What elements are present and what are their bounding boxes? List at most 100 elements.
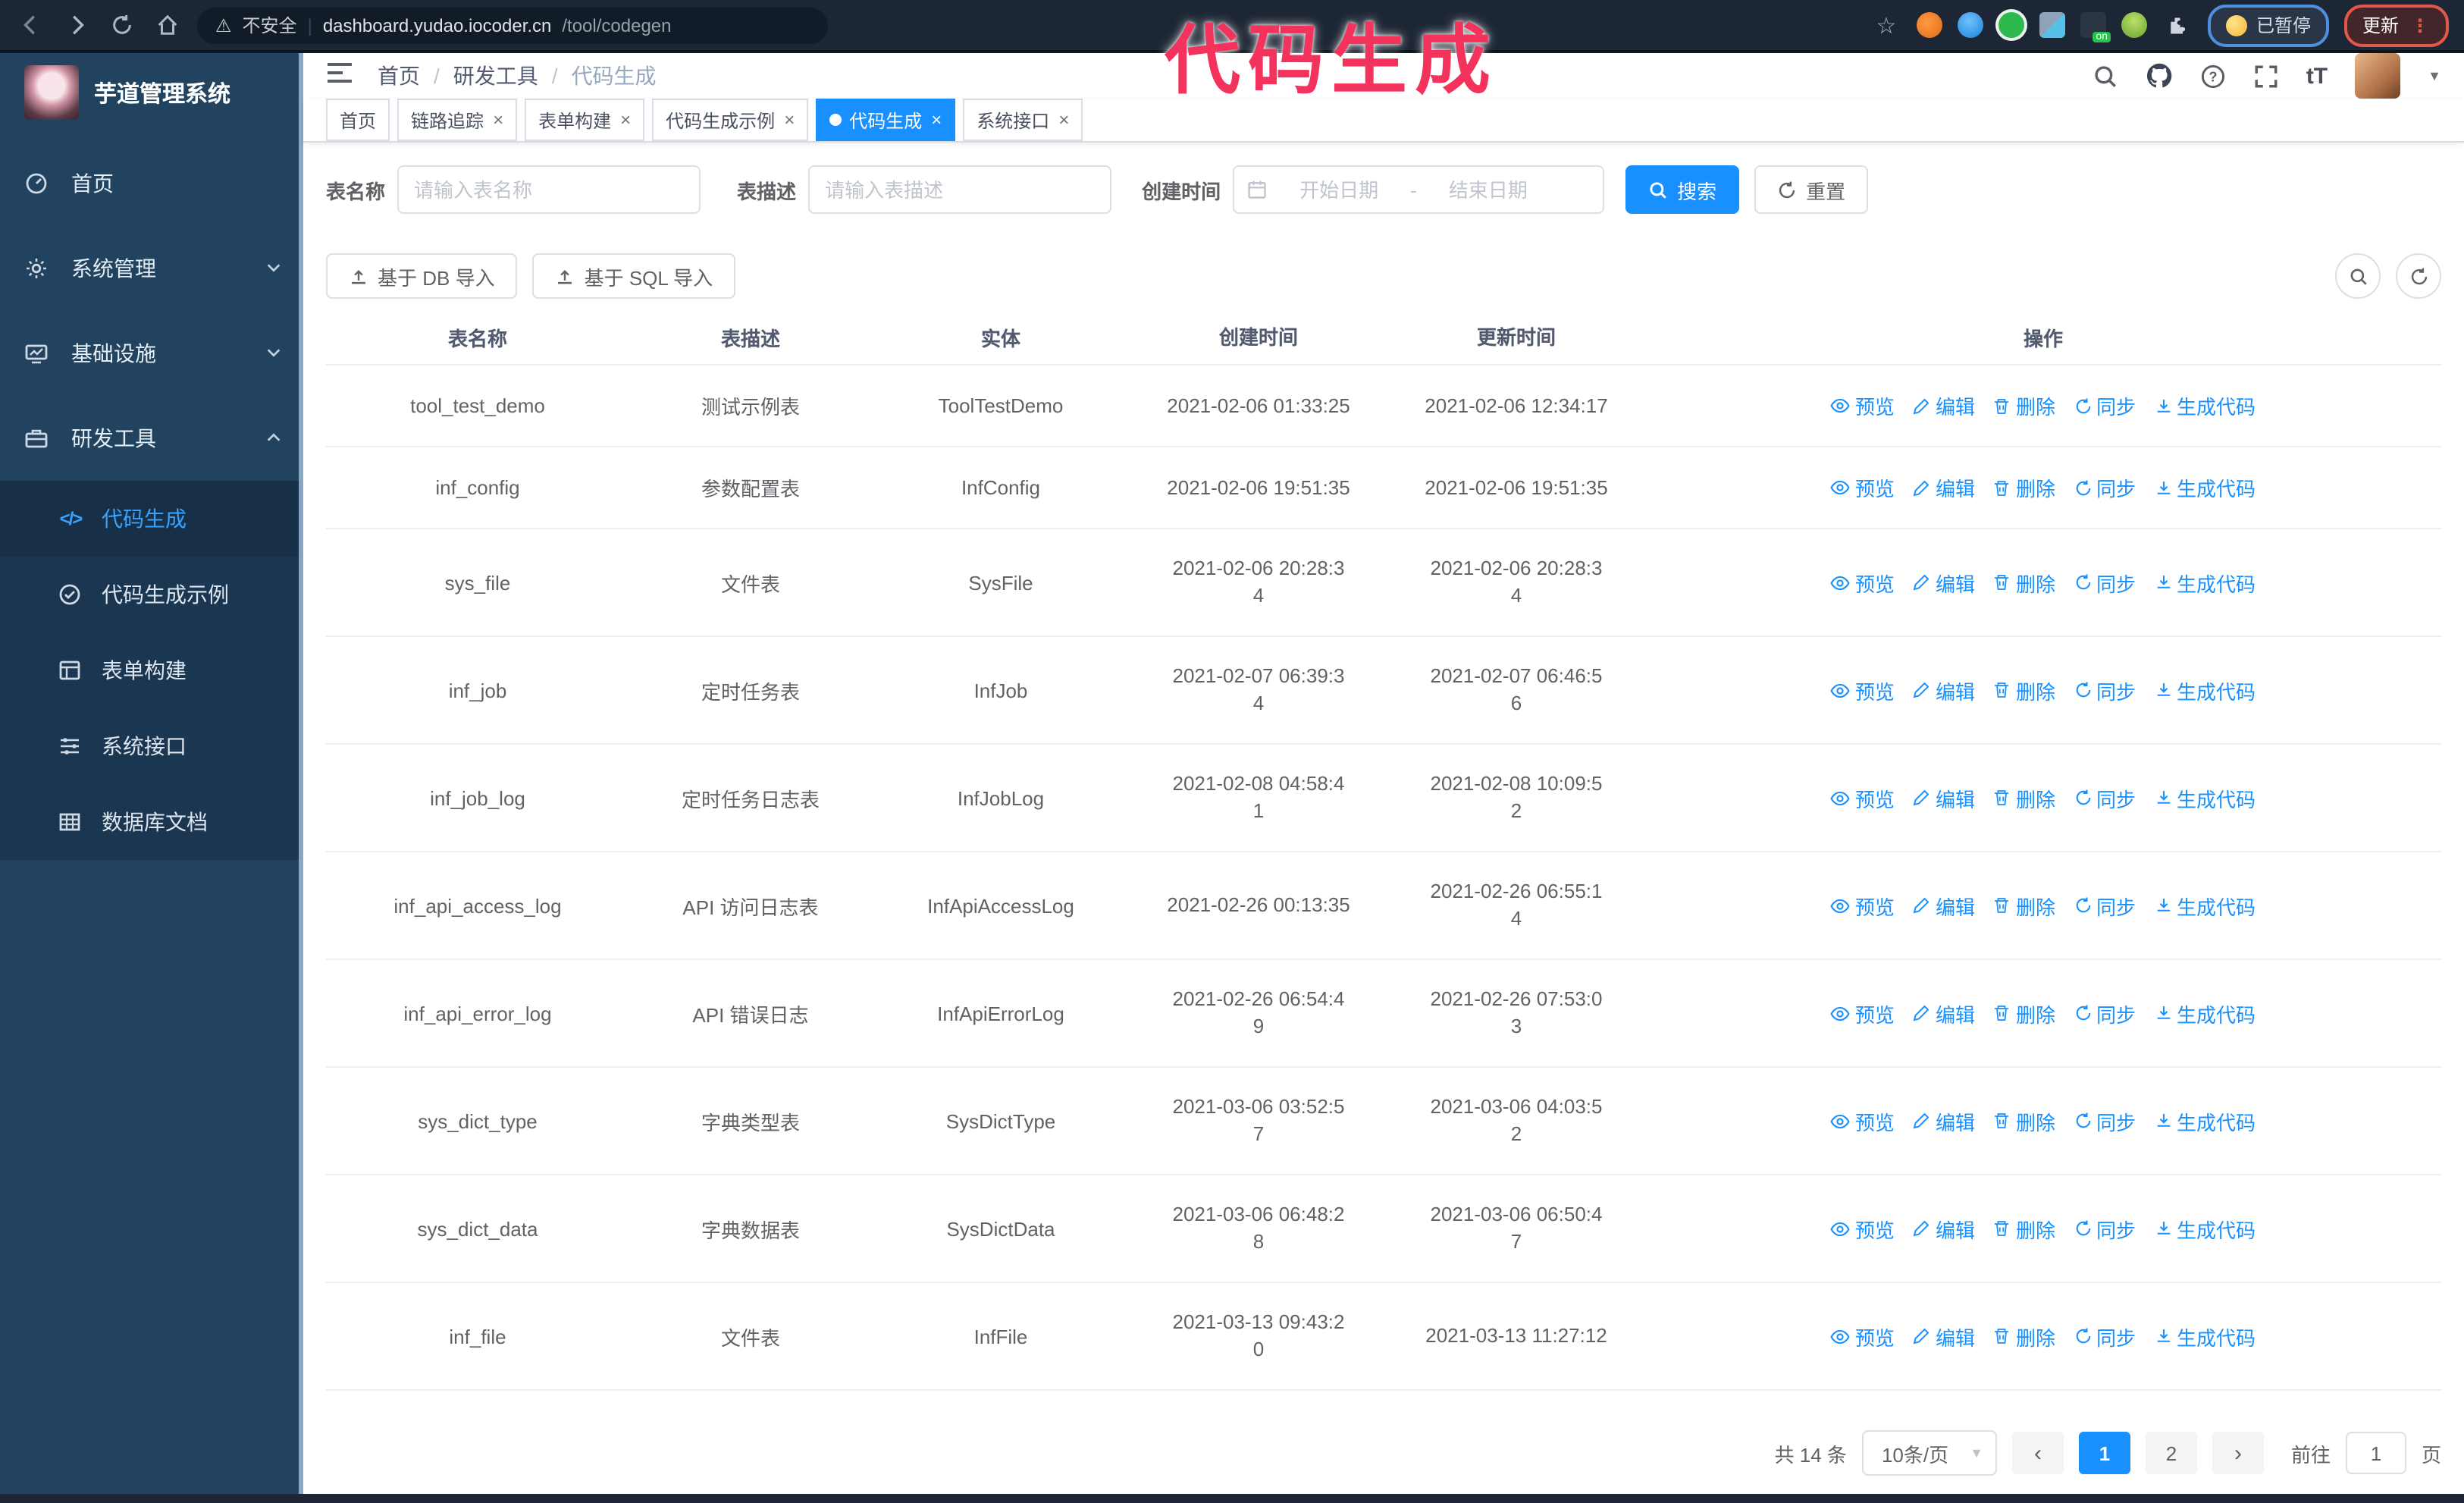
page-size-select[interactable]: 10条/页 ▼ [1861,1430,1997,1476]
sidebar-subitem-codegen[interactable]: </> 代码生成 [0,481,303,557]
tab-system-api[interactable]: 系统接口 × [963,99,1083,141]
edit-link[interactable]: 编辑 [1913,1106,1975,1135]
github-icon[interactable] [2146,62,2173,89]
profile-paused-badge[interactable]: 已暂停 [2207,4,2329,46]
user-avatar[interactable] [2355,53,2401,99]
delete-link[interactable]: 删除 [1993,1322,2055,1351]
generate-code-link[interactable]: 生成代码 [2154,783,2256,812]
font-size-icon[interactable]: tT [2306,63,2328,89]
date-start-input[interactable] [1274,177,1405,202]
sql-import-button[interactable]: 基于 SQL 导入 [532,253,736,299]
extension-icon-blue-drop[interactable] [1957,12,1983,38]
tab-link-trace[interactable]: 链路追踪 × [397,99,518,141]
sidebar-item-infrastructure[interactable]: 基础设施 [0,311,303,396]
page-button-1[interactable]: 1 [2078,1432,2130,1474]
browser-update-button[interactable]: 更新 ⋮ [2343,4,2449,46]
tab-close-icon[interactable]: × [620,109,631,130]
tab-codegen-example[interactable]: 代码生成示例 × [652,99,809,141]
generate-code-link[interactable]: 生成代码 [2154,676,2256,704]
preview-link[interactable]: 预览 [1831,1214,1895,1243]
page-button-2[interactable]: 2 [2145,1432,2197,1474]
tab-close-icon[interactable]: × [931,109,942,130]
extension-icon-on[interactable]: on [2080,12,2111,42]
preview-link[interactable]: 预览 [1831,473,1895,502]
app-logo[interactable]: 芋道管理系统 [0,53,303,132]
edit-link[interactable]: 编辑 [1913,999,1975,1028]
avatar-caret-down-icon[interactable]: ▼ [2428,68,2441,83]
home-icon[interactable] [152,14,182,36]
preview-link[interactable]: 预览 [1831,1106,1895,1135]
reload-icon[interactable] [106,14,136,36]
preview-link[interactable]: 预览 [1831,891,1895,920]
preview-link[interactable]: 预览 [1831,783,1895,812]
sidebar-item-dev-tools[interactable]: 研发工具 [0,396,303,481]
date-end-input[interactable] [1422,177,1553,202]
tab-close-icon[interactable]: × [784,109,795,130]
edit-link[interactable]: 编辑 [1913,783,1975,812]
db-import-button[interactable]: 基于 DB 导入 [326,253,518,299]
delete-link[interactable]: 删除 [1993,891,2055,920]
sync-link[interactable]: 同步 [2074,999,2136,1028]
tab-form-builder[interactable]: 表单构建 × [525,99,645,141]
sync-link[interactable]: 同步 [2074,1106,2136,1135]
sync-link[interactable]: 同步 [2074,1214,2136,1243]
back-icon[interactable] [15,14,45,36]
preview-link[interactable]: 预览 [1831,999,1895,1028]
sidebar-subitem-form-builder[interactable]: 表单构建 [0,632,303,708]
hamburger-icon[interactable] [326,60,353,92]
edit-link[interactable]: 编辑 [1913,676,1975,704]
delete-link[interactable]: 删除 [1993,473,2055,502]
generate-code-link[interactable]: 生成代码 [2154,1322,2256,1351]
delete-link[interactable]: 删除 [1993,1214,2055,1243]
sync-link[interactable]: 同步 [2074,891,2136,920]
generate-code-link[interactable]: 生成代码 [2154,473,2256,502]
bookmark-star-icon[interactable]: ☆ [1871,11,1901,39]
preview-link[interactable]: 预览 [1831,391,1895,420]
extension-icon-green-person[interactable] [2121,12,2147,38]
generate-code-link[interactable]: 生成代码 [2154,568,2256,597]
tab-codegen[interactable]: 代码生成 × [816,99,956,141]
fullscreen-icon[interactable] [2253,63,2279,89]
search-button[interactable]: 搜索 [1625,165,1740,214]
extension-icon-green-check[interactable] [1998,12,2024,38]
help-icon[interactable]: ? [2200,63,2226,89]
date-range-picker[interactable]: - [1233,165,1605,214]
edit-link[interactable]: 编辑 [1913,568,1975,597]
delete-link[interactable]: 删除 [1993,999,2055,1028]
delete-link[interactable]: 删除 [1993,676,2055,704]
goto-page-input[interactable] [2345,1432,2406,1474]
edit-link[interactable]: 编辑 [1913,1322,1975,1351]
search-icon[interactable] [2093,63,2118,89]
edit-link[interactable]: 编辑 [1913,391,1975,420]
preview-link[interactable]: 预览 [1831,676,1895,704]
sync-link[interactable]: 同步 [2074,783,2136,812]
forward-icon[interactable] [61,14,91,36]
delete-link[interactable]: 删除 [1993,1106,2055,1135]
delete-link[interactable]: 删除 [1993,783,2055,812]
sidebar-subitem-codegen-example[interactable]: 代码生成示例 [0,557,303,632]
prev-page-button[interactable]: ‹ [2011,1432,2064,1474]
tab-home[interactable]: 首页 [326,99,390,141]
generate-code-link[interactable]: 生成代码 [2154,891,2256,920]
breadcrumb-dev-tools[interactable]: 研发工具 [453,61,538,91]
delete-link[interactable]: 删除 [1993,568,2055,597]
toggle-search-button[interactable] [2335,253,2381,299]
sync-link[interactable]: 同步 [2074,676,2136,704]
address-bar[interactable]: ⚠ 不安全 | dashboard.yudao.iocoder.cn/tool/… [197,7,828,43]
generate-code-link[interactable]: 生成代码 [2154,1106,2256,1135]
browser-menu-dots-icon[interactable]: ⋮ [2411,14,2431,36]
preview-link[interactable]: 预览 [1831,568,1895,597]
sidebar-item-home[interactable]: 首页 [0,141,303,226]
sync-link[interactable]: 同步 [2074,1322,2136,1351]
next-page-button[interactable]: › [2212,1432,2264,1474]
delete-link[interactable]: 删除 [1993,391,2055,420]
refresh-table-button[interactable] [2396,253,2441,299]
preview-link[interactable]: 预览 [1831,1322,1895,1351]
extensions-puzzle-icon[interactable] [2162,14,2193,36]
sync-link[interactable]: 同步 [2074,568,2136,597]
extension-icon-grid[interactable] [2039,12,2065,38]
reset-button[interactable]: 重置 [1754,165,1869,214]
sync-link[interactable]: 同步 [2074,391,2136,420]
generate-code-link[interactable]: 生成代码 [2154,391,2256,420]
generate-code-link[interactable]: 生成代码 [2154,999,2256,1028]
